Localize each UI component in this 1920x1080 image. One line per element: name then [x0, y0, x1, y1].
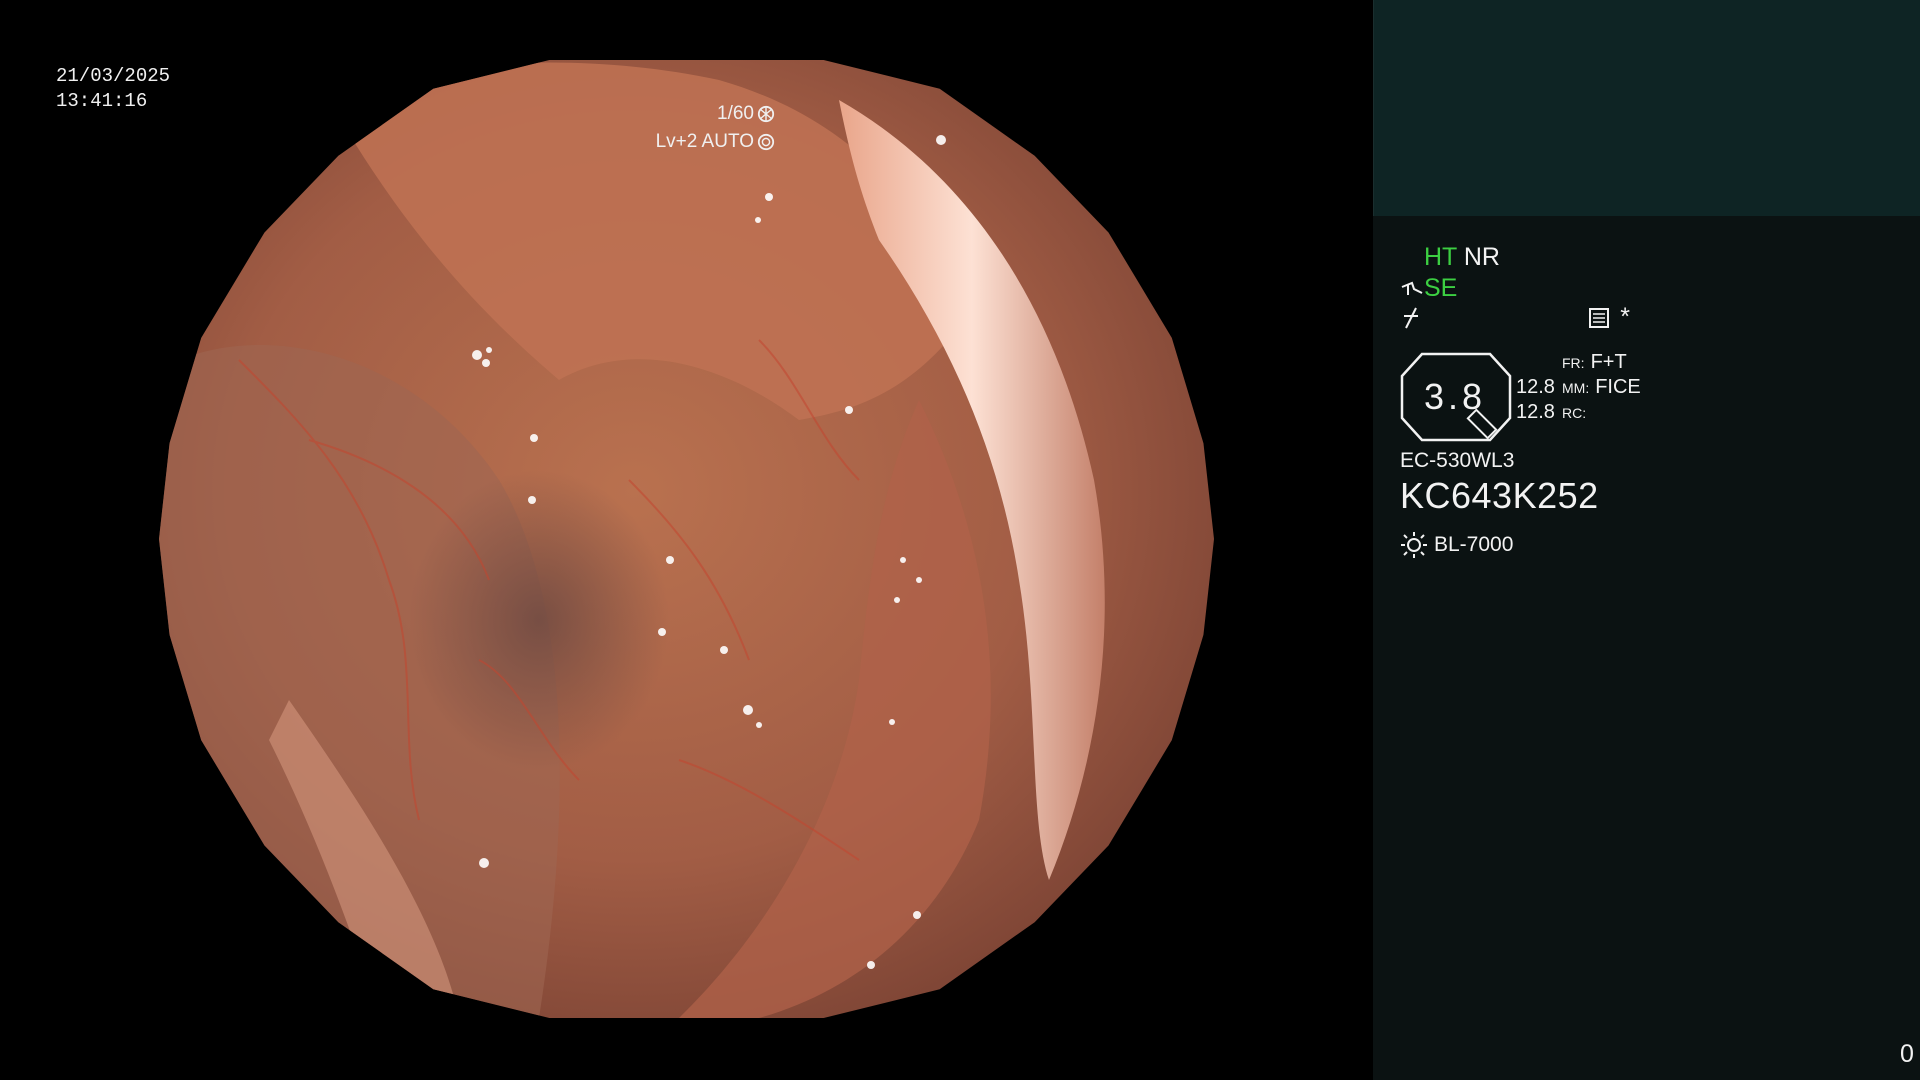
- date-text: 21/03/2025: [56, 65, 171, 87]
- star-indicator: *: [1620, 303, 1630, 331]
- shutter-icon: [757, 105, 775, 123]
- scope-model: EC-530WL3: [1400, 449, 1515, 472]
- nr-indicator: NR: [1463, 243, 1500, 271]
- fr-row: FR: F+T: [1516, 350, 1641, 375]
- mm-value: FICE: [1595, 376, 1641, 398]
- light-source: BL-7000: [1400, 531, 1513, 559]
- fr-value: F+T: [1590, 351, 1627, 373]
- enhancement-settings: FR: F+T 12.8 MM: FICE 12.8 RC:: [1516, 350, 1641, 425]
- shutter-speed: 1/60: [717, 103, 754, 124]
- rc-key: RC:: [1562, 404, 1587, 421]
- memo-icon: [1589, 307, 1610, 328]
- se-row: SE: [1400, 274, 1457, 303]
- color-enhancement-icon: [1404, 307, 1418, 328]
- ht-nr-row: HT NR: [1424, 243, 1500, 272]
- time-text: 13:41:16: [56, 90, 148, 112]
- rc-number: 12.8: [1516, 401, 1555, 423]
- se-indicator: SE: [1424, 274, 1458, 302]
- exposure-settings: 1/60 Lv+2 AUTO: [656, 100, 775, 156]
- timestamp: 21/03/2025 13:41:16: [56, 64, 170, 114]
- light-source-model: BL-7000: [1434, 533, 1514, 556]
- iris-icon: [757, 133, 775, 151]
- mm-key: MM:: [1562, 379, 1590, 396]
- info-panel-header-area: [1373, 0, 1920, 216]
- scope-serial-number: KC643K252: [1400, 475, 1599, 516]
- colon-mucosa-image: [159, 60, 1214, 1018]
- fr-key: FR:: [1562, 354, 1585, 371]
- icon-row: *: [1400, 303, 1630, 332]
- enhancement-level-value: 3.8: [1424, 376, 1487, 417]
- mm-number: 12.8: [1516, 376, 1555, 398]
- image-counter: 0: [1900, 1040, 1914, 1068]
- mm-row: 12.8 MM: FICE: [1516, 375, 1641, 400]
- endoscope-video-area: 21/03/2025 13:41:16 1/60 Lv+2 AUTO: [0, 0, 1373, 1080]
- lamp-icon: [1401, 532, 1427, 558]
- rc-row: 12.8 RC:: [1516, 400, 1641, 425]
- endoscopic-image: [159, 60, 1214, 1018]
- structure-enhancement-icon: [1401, 281, 1423, 295]
- ht-indicator: HT: [1424, 243, 1457, 271]
- light-level-mode: Lv+2 AUTO: [655, 131, 754, 152]
